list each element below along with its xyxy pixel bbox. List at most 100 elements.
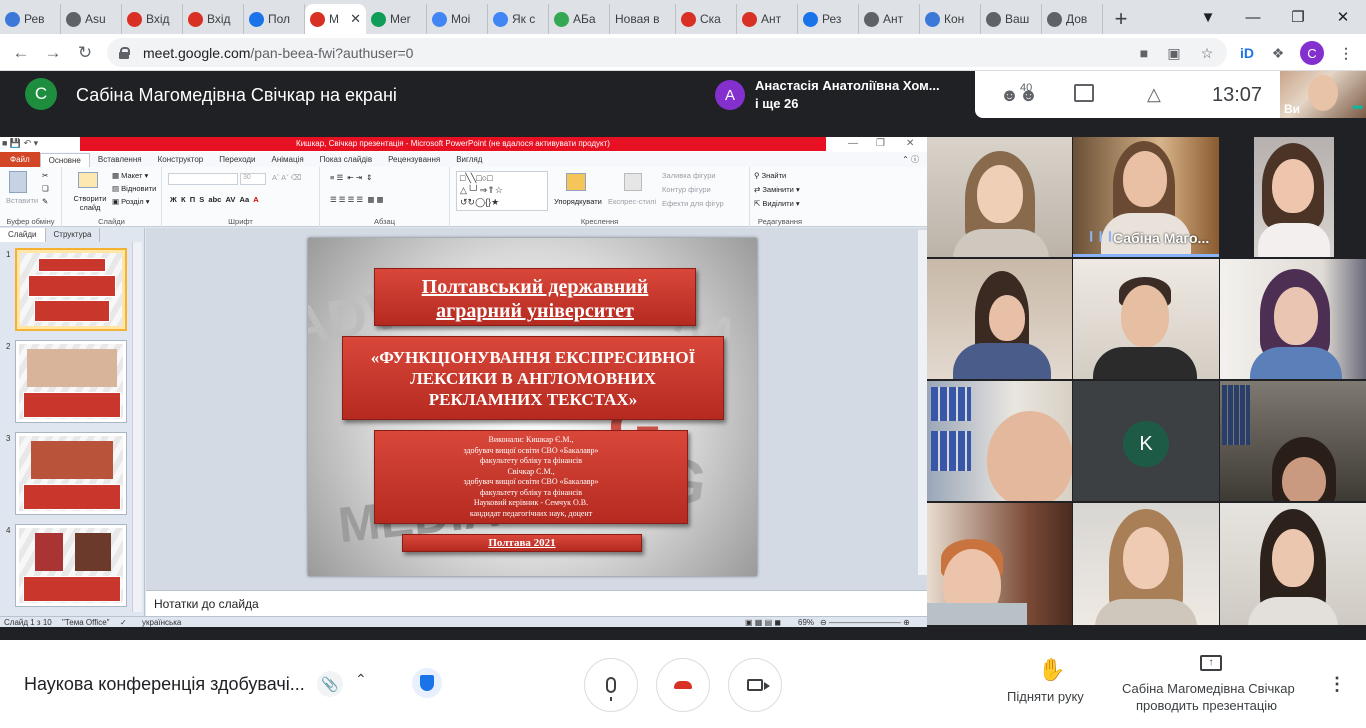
browser-tab[interactable]: Рев bbox=[0, 4, 61, 34]
ppt-restore-icon[interactable]: ❐ bbox=[876, 138, 885, 149]
browser-tab[interactable]: Кон bbox=[920, 4, 981, 34]
ppt-tab[interactable]: Рецензування bbox=[380, 152, 448, 167]
camera-button[interactable] bbox=[728, 658, 782, 712]
slide-thumbnail-4[interactable] bbox=[15, 524, 127, 607]
browser-tab[interactable]: Moi bbox=[427, 4, 488, 34]
format-painter-icon[interactable]: ✎ bbox=[42, 197, 48, 206]
activities-icon[interactable]: △ bbox=[1147, 84, 1161, 105]
participant-tile-speaker[interactable]: ❙❙❙ Сабіна Маго... bbox=[1073, 137, 1219, 257]
minimize-icon[interactable]: — bbox=[1230, 0, 1276, 34]
shapes-gallery[interactable]: □╲╲□○□ △└┘⇒⇑☆ ↺↻◯{}★ bbox=[456, 171, 548, 211]
quick-styles-icon[interactable] bbox=[624, 173, 642, 191]
new-tab-icon[interactable]: + bbox=[1103, 4, 1139, 34]
url-input[interactable]: meet.google.com/pan-beea-fwi?authuser=0 bbox=[107, 38, 1227, 67]
reset-button[interactable]: ▤ Відновити bbox=[112, 184, 156, 193]
chevron-up-icon[interactable]: ⌃ bbox=[355, 671, 367, 688]
profile-avatar[interactable]: C bbox=[1300, 41, 1324, 65]
pane-tab-slides[interactable]: Слайди bbox=[0, 228, 46, 242]
participant-tile[interactable] bbox=[1073, 503, 1219, 625]
ppt-tab[interactable]: Конструктор bbox=[150, 152, 212, 167]
ppt-tab[interactable]: Показ слайдів bbox=[312, 152, 380, 167]
participant-tile[interactable] bbox=[1220, 503, 1366, 625]
browser-tab[interactable]: Mer bbox=[366, 4, 427, 34]
copy-icon[interactable]: ❏ bbox=[42, 184, 49, 193]
browser-tab[interactable]: Ант bbox=[859, 4, 920, 34]
ppt-tab[interactable]: Вставлення bbox=[90, 152, 150, 167]
slide-scrollbar[interactable] bbox=[918, 230, 927, 575]
view-buttons[interactable]: ▣ ▦ ▤ ◼ bbox=[745, 618, 781, 627]
self-view[interactable]: Ви ••• bbox=[1280, 71, 1366, 118]
attachment-icon[interactable]: 📎 bbox=[317, 671, 343, 697]
microphone-button[interactable] bbox=[584, 658, 638, 712]
browser-tab[interactable]: Ант bbox=[737, 4, 798, 34]
forward-icon[interactable]: → bbox=[40, 40, 66, 66]
ppt-tab[interactable]: Файл bbox=[0, 152, 40, 167]
close-window-icon[interactable]: ✕ bbox=[1320, 0, 1366, 34]
presenting-label-line2[interactable]: проводить презентацію bbox=[1136, 698, 1277, 713]
raise-hand-icon[interactable]: ✋ bbox=[1038, 657, 1065, 683]
participant-tile[interactable] bbox=[927, 381, 1072, 501]
section-button[interactable]: ▣ Розділ ▾ bbox=[112, 197, 149, 206]
meeting-title[interactable]: Наукова конференція здобувачі... bbox=[24, 674, 305, 695]
find-button[interactable]: ⚲ Знайти bbox=[754, 171, 786, 180]
participant-tile[interactable] bbox=[1220, 381, 1366, 501]
bookmark-star-icon[interactable]: ☆ bbox=[1197, 43, 1217, 63]
browser-tab[interactable]: Asu bbox=[61, 4, 122, 34]
select-button[interactable]: ⇱ Виділити ▾ bbox=[754, 199, 800, 208]
shape-outline-button[interactable]: Контур фігури bbox=[662, 185, 711, 194]
paste-button[interactable]: Вставити bbox=[6, 196, 38, 205]
restore-icon[interactable]: ❐ bbox=[1275, 0, 1321, 34]
layout-button[interactable]: ▦ Макет ▾ bbox=[112, 171, 148, 180]
pane-tab-outline[interactable]: Структура bbox=[46, 228, 101, 242]
align-icons[interactable]: ☰ ☰ ☰ ☰ ▦ ▦ bbox=[330, 195, 384, 204]
shape-effects-button[interactable]: Ефекти для фігур bbox=[662, 199, 724, 208]
new-slide-icon[interactable] bbox=[78, 172, 98, 188]
more-options-icon[interactable]: ⋮ bbox=[1328, 674, 1346, 695]
presenting-label-line1[interactable]: Сабіна Магомедівна Свічкар bbox=[1122, 681, 1295, 696]
arrange-button[interactable]: Упорядкувати bbox=[554, 197, 602, 206]
browser-tab[interactable]: Дов bbox=[1042, 4, 1103, 34]
back-icon[interactable]: ← bbox=[8, 40, 34, 66]
leave-call-button[interactable] bbox=[656, 658, 710, 712]
participant-tile[interactable] bbox=[1073, 259, 1219, 379]
notes-input[interactable]: Нотатки до слайда bbox=[146, 590, 927, 616]
host-controls-shield-icon[interactable] bbox=[412, 668, 442, 698]
participant-tile[interactable] bbox=[1220, 259, 1366, 379]
cut-icon[interactable]: ✂ bbox=[42, 171, 48, 180]
browser-tab[interactable]: Рез bbox=[798, 4, 859, 34]
ribbon-collapse-help-icons[interactable]: ⌃ ⓘ bbox=[894, 152, 927, 167]
slides-pane-scrollbar[interactable] bbox=[132, 242, 142, 612]
ppt-tab[interactable]: Основне bbox=[39, 152, 90, 167]
tab-search-icon[interactable]: ▼ bbox=[1185, 0, 1231, 34]
slide-thumbnail-3[interactable] bbox=[15, 432, 127, 515]
extensions-puzzle-icon[interactable]: ❖ bbox=[1268, 43, 1288, 63]
browser-tab[interactable]: Ваш bbox=[981, 4, 1042, 34]
ppt-minimize-icon[interactable]: — bbox=[848, 138, 858, 149]
browser-tab[interactable]: Пол bbox=[244, 4, 305, 34]
slide-thumbnail-1[interactable] bbox=[15, 248, 127, 331]
participant-tile-k[interactable]: K bbox=[1073, 381, 1219, 501]
grow-font-icon[interactable]: Aˆ Aˇ ⌫ bbox=[272, 173, 301, 182]
translate-icon[interactable]: ▣ bbox=[1164, 43, 1184, 63]
camera-blocked-icon[interactable]: ■ bbox=[1134, 43, 1154, 63]
chat-icon[interactable] bbox=[1074, 84, 1094, 102]
browser-tab[interactable]: АБа bbox=[549, 4, 610, 34]
browser-tab[interactable]: Новая в bbox=[610, 4, 676, 34]
font-family-select[interactable] bbox=[168, 173, 238, 185]
quick-access-icons[interactable]: ■ 💾 ↶ ▾ bbox=[2, 138, 38, 149]
participant-tile[interactable] bbox=[927, 259, 1072, 379]
reload-icon[interactable]: ↻ bbox=[72, 40, 98, 66]
spellcheck-icon[interactable]: ✓ bbox=[120, 618, 127, 627]
present-screen-icon[interactable]: ↑ bbox=[1200, 655, 1222, 671]
quick-styles-button[interactable]: Експрес-стилі bbox=[608, 197, 656, 206]
ppt-tab[interactable]: Вигляд bbox=[448, 152, 490, 167]
browser-tab[interactable]: Ска bbox=[676, 4, 737, 34]
paste-icon[interactable] bbox=[9, 171, 27, 193]
extension-id-icon[interactable]: iD bbox=[1237, 43, 1257, 63]
zoom-slider[interactable]: ⊖ ————————— ⊕ bbox=[820, 618, 910, 627]
shape-fill-button[interactable]: Заливка фігури bbox=[662, 171, 716, 180]
ppt-close-icon[interactable]: ✕ bbox=[906, 138, 914, 149]
participant-tile[interactable] bbox=[927, 503, 1072, 625]
new-slide-button[interactable]: Створити слайд bbox=[70, 194, 110, 212]
replace-button[interactable]: ⇄ Замінити ▾ bbox=[754, 185, 800, 194]
